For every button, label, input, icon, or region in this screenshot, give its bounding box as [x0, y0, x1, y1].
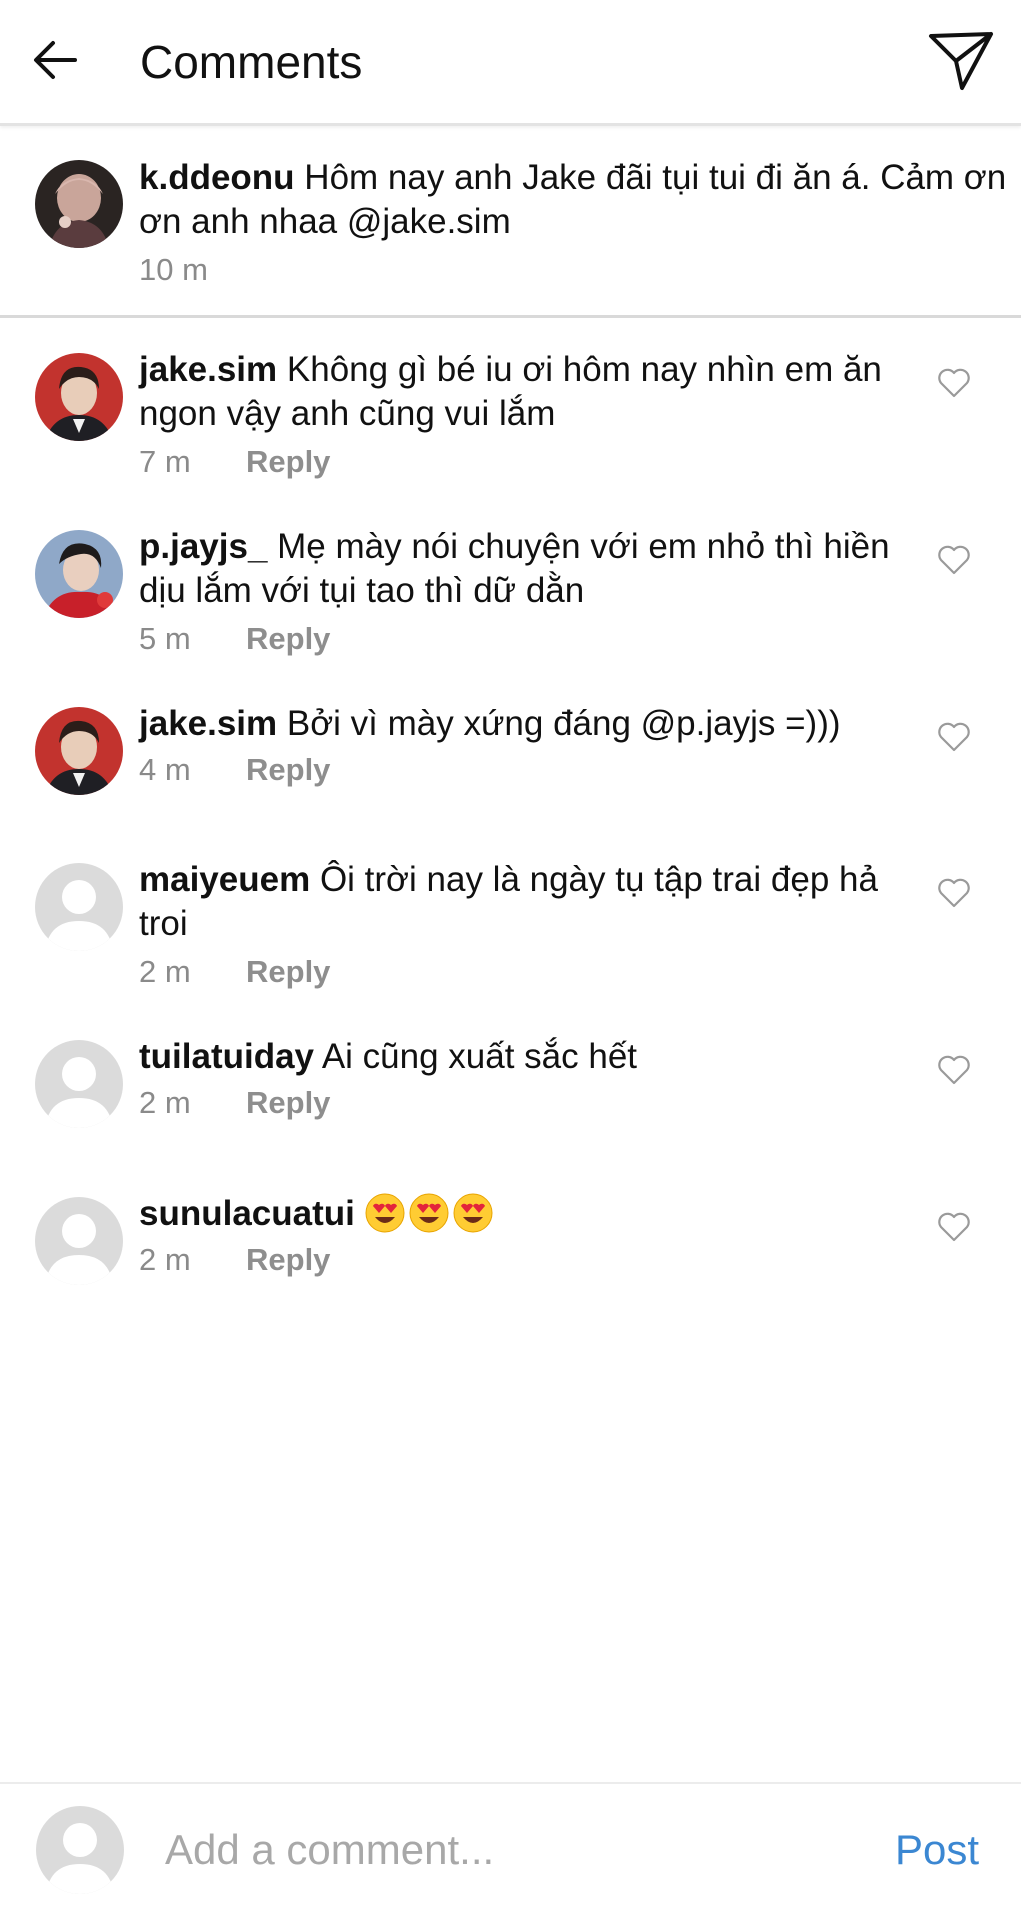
list-item: sunulacuatui 2 m Reply	[0, 1162, 1021, 1292]
post-button[interactable]: Post	[895, 1824, 979, 1876]
top-bar: Comments	[0, 0, 1021, 126]
default-avatar-icon	[35, 1197, 123, 1285]
timestamp: 2 m	[139, 1242, 191, 1277]
comment-text: Ai cũng xuất sắc hết	[321, 1037, 638, 1076]
list-item: maiyeuem Ôi trời nay là ngày tụ tập trai…	[0, 828, 1021, 993]
comment-body: jake.sim Bởi vì mày xứng đáng @p.jayjs =…	[139, 702, 899, 746]
heart-outline-icon	[938, 722, 970, 752]
username[interactable]: jake.sim	[139, 350, 277, 389]
comment-body: tuilatuiday Ai cũng xuất sắc hết	[139, 1035, 899, 1079]
reply-button[interactable]: Reply	[246, 619, 330, 659]
page-title: Comments	[140, 36, 363, 88]
heart-eyes-face-icon	[453, 1193, 493, 1233]
avatar[interactable]	[35, 707, 123, 795]
default-avatar-icon	[35, 1040, 123, 1128]
like-button[interactable]	[936, 1210, 972, 1244]
username[interactable]: tuilatuiday	[139, 1037, 314, 1076]
list-item: jake.sim Không gì bé iu ơi hôm nay nhìn …	[0, 318, 1021, 483]
default-avatar-icon	[36, 1806, 124, 1894]
comment-input[interactable]	[165, 1814, 865, 1886]
like-button[interactable]	[936, 366, 972, 400]
like-button[interactable]	[936, 720, 972, 754]
username[interactable]: maiyeuem	[139, 860, 310, 899]
heart-outline-icon	[938, 368, 970, 398]
username[interactable]: p.jayjs_	[139, 527, 267, 566]
comment-meta: 5 m Reply	[139, 619, 330, 659]
comment-meta: 2 m Reply	[139, 952, 330, 992]
comment-meta: 2 m Reply	[139, 1083, 330, 1123]
heart-eyes-face-icon	[409, 1193, 449, 1233]
reply-button[interactable]: Reply	[246, 442, 330, 482]
avatar[interactable]	[35, 160, 123, 248]
like-button[interactable]	[936, 1053, 972, 1087]
comment-composer: Post	[0, 1782, 1021, 1920]
timestamp: 2 m	[139, 954, 191, 989]
avatar[interactable]	[35, 863, 123, 951]
reply-button[interactable]: Reply	[246, 952, 330, 992]
heart-eyes-face-icon	[365, 1193, 405, 1233]
list-item: jake.sim Bởi vì mày xứng đáng @p.jayjs =…	[0, 672, 1021, 802]
back-button[interactable]	[30, 30, 80, 90]
avatar[interactable]	[35, 530, 123, 618]
default-avatar-icon	[35, 863, 123, 951]
list-item: p.jayjs_ Mẹ mày nói chuyện với em nhỏ th…	[0, 495, 1021, 660]
timestamp: 2 m	[139, 1085, 191, 1120]
username[interactable]: k.ddeonu	[139, 158, 295, 197]
heart-outline-icon	[938, 545, 970, 575]
timestamp: 10 m	[139, 252, 208, 287]
emoji-group	[365, 1193, 497, 1233]
reply-button[interactable]: Reply	[246, 1240, 330, 1280]
timestamp: 5 m	[139, 621, 191, 656]
username[interactable]: jake.sim	[139, 704, 277, 743]
comment-meta: 7 m Reply	[139, 442, 330, 482]
avatar	[36, 1806, 124, 1894]
timestamp: 7 m	[139, 444, 191, 479]
post-caption: k.ddeonu Hôm nay anh Jake đãi tụi tui đi…	[0, 126, 1021, 318]
comment-body: jake.sim Không gì bé iu ơi hôm nay nhìn …	[139, 348, 899, 436]
list-item: tuilatuiday Ai cũng xuất sắc hết 2 m Rep…	[0, 1005, 1021, 1135]
username[interactable]: sunulacuatui	[139, 1194, 355, 1233]
avatar[interactable]	[35, 353, 123, 441]
reply-button[interactable]: Reply	[246, 1083, 330, 1123]
caption-meta: 10 m	[139, 250, 246, 290]
comment-text: Bởi vì mày xứng đáng @p.jayjs =)))	[286, 704, 841, 743]
arrow-left-icon	[34, 41, 77, 79]
reply-button[interactable]: Reply	[246, 750, 330, 790]
comment-body: p.jayjs_ Mẹ mày nói chuyện với em nhỏ th…	[139, 525, 899, 613]
avatar[interactable]	[35, 1040, 123, 1128]
comment-body: maiyeuem Ôi trời nay là ngày tụ tập trai…	[139, 858, 899, 946]
avatar[interactable]	[35, 1197, 123, 1285]
share-button[interactable]	[924, 26, 998, 96]
timestamp: 4 m	[139, 752, 191, 787]
like-button[interactable]	[936, 876, 972, 910]
paper-plane-icon	[929, 32, 993, 90]
heart-outline-icon	[938, 1055, 970, 1085]
comment-meta: 4 m Reply	[139, 750, 330, 790]
heart-outline-icon	[938, 1212, 970, 1242]
like-button[interactable]	[936, 543, 972, 577]
comment-body: sunulacuatui	[139, 1192, 899, 1236]
caption-text: k.ddeonu Hôm nay anh Jake đãi tụi tui đi…	[139, 156, 1014, 244]
heart-outline-icon	[938, 878, 970, 908]
comment-meta: 2 m Reply	[139, 1240, 330, 1280]
